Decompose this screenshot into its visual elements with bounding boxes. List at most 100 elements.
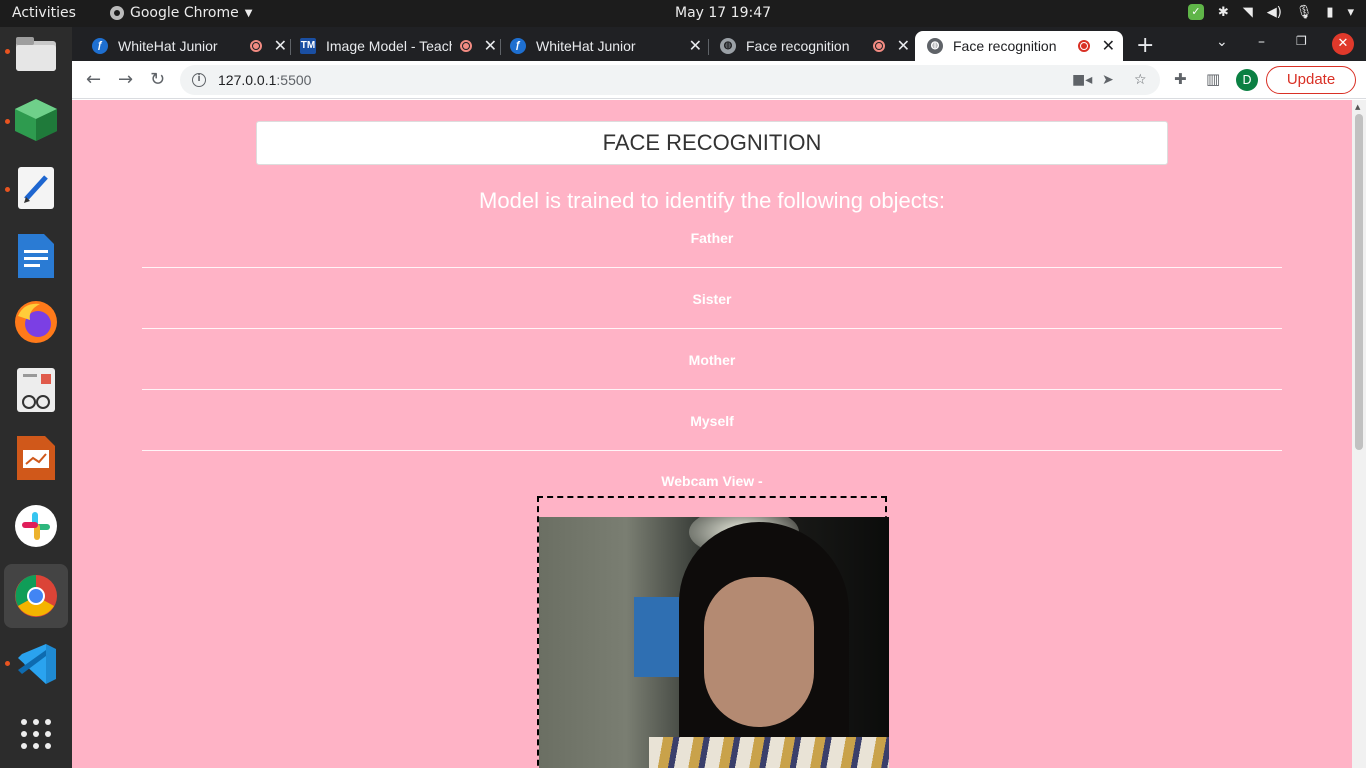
text-editor-icon[interactable] bbox=[13, 165, 59, 211]
impress-icon[interactable] bbox=[13, 435, 59, 481]
object-label-myself: Myself bbox=[690, 413, 734, 429]
web-page: FACE RECOGNITION Model is trained to ide… bbox=[72, 100, 1352, 768]
scroll-up-icon[interactable]: ▲ bbox=[1355, 103, 1360, 111]
page-subtitle: Model is trained to identify the followi… bbox=[479, 188, 945, 213]
update-button[interactable]: Update bbox=[1266, 66, 1356, 94]
site-info-icon[interactable]: i bbox=[192, 73, 206, 87]
clock[interactable]: May 17 19:47 bbox=[675, 5, 771, 21]
slack-icon[interactable] bbox=[13, 503, 59, 549]
security-shield-icon[interactable]: ✓ bbox=[1187, 4, 1204, 20]
tab-separator bbox=[500, 39, 501, 55]
app-menu[interactable]: Google Chrome ▼ bbox=[110, 5, 252, 21]
app-grid-icon[interactable] bbox=[13, 711, 59, 757]
scrollbar-thumb[interactable] bbox=[1355, 114, 1363, 450]
slack-tray-icon[interactable]: ✱ bbox=[1218, 5, 1229, 20]
person-face bbox=[704, 577, 814, 727]
chrome-small-icon bbox=[110, 6, 124, 20]
globe-icon: ◍ bbox=[720, 38, 736, 54]
app-menu-label: Google Chrome bbox=[130, 5, 239, 21]
tab-title: Face recognition bbox=[953, 38, 1057, 54]
tab-image-model[interactable]: TM Image Model - Teachable Machine ✕ bbox=[292, 31, 497, 61]
volume-icon[interactable]: ◀) bbox=[1267, 5, 1282, 20]
power-menu-icon[interactable]: ▾ bbox=[1347, 5, 1354, 20]
address-bar[interactable]: i 127.0.0.1:5500 ■◂ ➤ ☆ bbox=[180, 65, 1160, 95]
forward-arrow-icon[interactable]: → bbox=[118, 69, 133, 90]
side-panel-icon[interactable]: ▥ bbox=[1206, 70, 1220, 88]
running-indicator bbox=[5, 661, 10, 666]
profile-avatar[interactable]: D bbox=[1236, 69, 1258, 91]
microphone-icon[interactable]: 🎙 bbox=[1296, 5, 1313, 20]
url-port: :5500 bbox=[276, 72, 312, 88]
tab-separator bbox=[290, 39, 291, 55]
tab-title: Face recognition bbox=[746, 38, 850, 54]
globe-icon: ◍ bbox=[927, 38, 943, 54]
close-icon[interactable]: ✕ bbox=[689, 36, 702, 56]
tab-search-chevron-icon[interactable]: ⌄ bbox=[1216, 34, 1228, 50]
new-tab-button[interactable]: + bbox=[1136, 33, 1154, 58]
files-icon[interactable] bbox=[13, 31, 59, 77]
send-to-device-icon[interactable]: ➤ bbox=[1102, 72, 1114, 88]
tab-face-recognition-active[interactable]: ◍ Face recognition ✕ bbox=[915, 31, 1123, 61]
activities-button[interactable]: Activities bbox=[12, 5, 76, 21]
close-icon[interactable]: ✕ bbox=[897, 36, 910, 56]
tab-title: WhiteHat Junior bbox=[118, 38, 218, 54]
page-scrollbar[interactable]: ▲ bbox=[1352, 100, 1366, 768]
tab-strip: ƒ WhiteHat Junior ✕ TM Image Model - Tea… bbox=[72, 27, 1366, 61]
recording-icon bbox=[459, 40, 472, 52]
whitehat-favicon-icon: ƒ bbox=[92, 38, 108, 54]
tab-whitehat-junior-2[interactable]: ƒ WhiteHat Junior ✕ bbox=[502, 31, 702, 61]
tab-title: Image Model - Teachable Machine bbox=[326, 38, 452, 54]
package-icon[interactable] bbox=[13, 97, 59, 143]
recording-icon bbox=[1077, 40, 1090, 52]
divider bbox=[142, 389, 1282, 390]
whitehat-favicon-icon: ƒ bbox=[510, 38, 526, 54]
tab-whitehat-junior-1[interactable]: ƒ WhiteHat Junior ✕ bbox=[82, 31, 287, 61]
object-label-mother: Mother bbox=[688, 352, 736, 368]
close-window-button[interactable]: ✕ bbox=[1332, 33, 1354, 55]
object-label-father: Father bbox=[690, 230, 734, 246]
divider bbox=[142, 328, 1282, 329]
tab-face-recognition-1[interactable]: ◍ Face recognition ✕ bbox=[710, 31, 910, 61]
tab-title: WhiteHat Junior bbox=[536, 38, 636, 54]
tab-separator bbox=[708, 39, 709, 55]
dock bbox=[0, 27, 72, 768]
bookmark-star-icon[interactable]: ☆ bbox=[1134, 72, 1147, 88]
document-viewer-icon[interactable] bbox=[13, 367, 59, 413]
webcam-video bbox=[539, 517, 889, 768]
background-window bbox=[634, 597, 679, 677]
browser-toolbar: ← → ↻ i 127.0.0.1:5500 ■◂ ➤ ☆ ✚ ▥ D Upda… bbox=[72, 61, 1366, 99]
reload-icon[interactable]: ↻ bbox=[150, 69, 165, 90]
system-top-bar: Activities Google Chrome ▼ May 17 19:47 … bbox=[0, 0, 1366, 27]
divider bbox=[142, 450, 1282, 451]
close-icon[interactable]: ✕ bbox=[274, 36, 287, 56]
system-tray[interactable]: ✓ ✱ ◥ ◀) 🎙 ▮ ▾ bbox=[1187, 4, 1354, 20]
recording-icon bbox=[872, 40, 885, 52]
recording-icon bbox=[249, 40, 262, 52]
url-text[interactable]: 127.0.0.1:5500 bbox=[218, 72, 311, 88]
running-indicator bbox=[5, 49, 10, 54]
firefox-icon[interactable] bbox=[13, 299, 59, 345]
running-indicator bbox=[5, 187, 10, 192]
object-label-sister: Sister bbox=[692, 291, 732, 307]
person-shirt bbox=[649, 737, 889, 768]
close-icon[interactable]: ✕ bbox=[484, 36, 497, 56]
battery-icon[interactable]: ▮ bbox=[1326, 5, 1333, 20]
page-title: FACE RECOGNITION bbox=[256, 121, 1168, 165]
minimize-button[interactable]: – bbox=[1258, 34, 1265, 50]
wifi-icon[interactable]: ◥ bbox=[1243, 5, 1253, 20]
teachable-machine-favicon-icon: TM bbox=[300, 38, 316, 54]
chevron-down-icon: ▼ bbox=[244, 7, 253, 19]
divider bbox=[142, 267, 1282, 268]
camera-in-use-icon[interactable]: ■◂ bbox=[1072, 72, 1092, 88]
url-host: 127.0.0.1 bbox=[218, 72, 277, 88]
back-arrow-icon[interactable]: ← bbox=[86, 69, 101, 90]
chrome-icon[interactable] bbox=[4, 564, 68, 628]
webcam-label: Webcam View - bbox=[661, 473, 763, 489]
extensions-puzzle-icon[interactable]: ✚ bbox=[1174, 70, 1187, 88]
vscode-icon[interactable] bbox=[13, 641, 59, 687]
close-icon[interactable]: ✕ bbox=[1102, 36, 1115, 56]
chrome-window: ƒ WhiteHat Junior ✕ TM Image Model - Tea… bbox=[72, 27, 1366, 768]
restore-button[interactable]: ❐ bbox=[1296, 34, 1307, 48]
writer-icon[interactable] bbox=[13, 233, 59, 279]
running-indicator bbox=[5, 119, 10, 124]
